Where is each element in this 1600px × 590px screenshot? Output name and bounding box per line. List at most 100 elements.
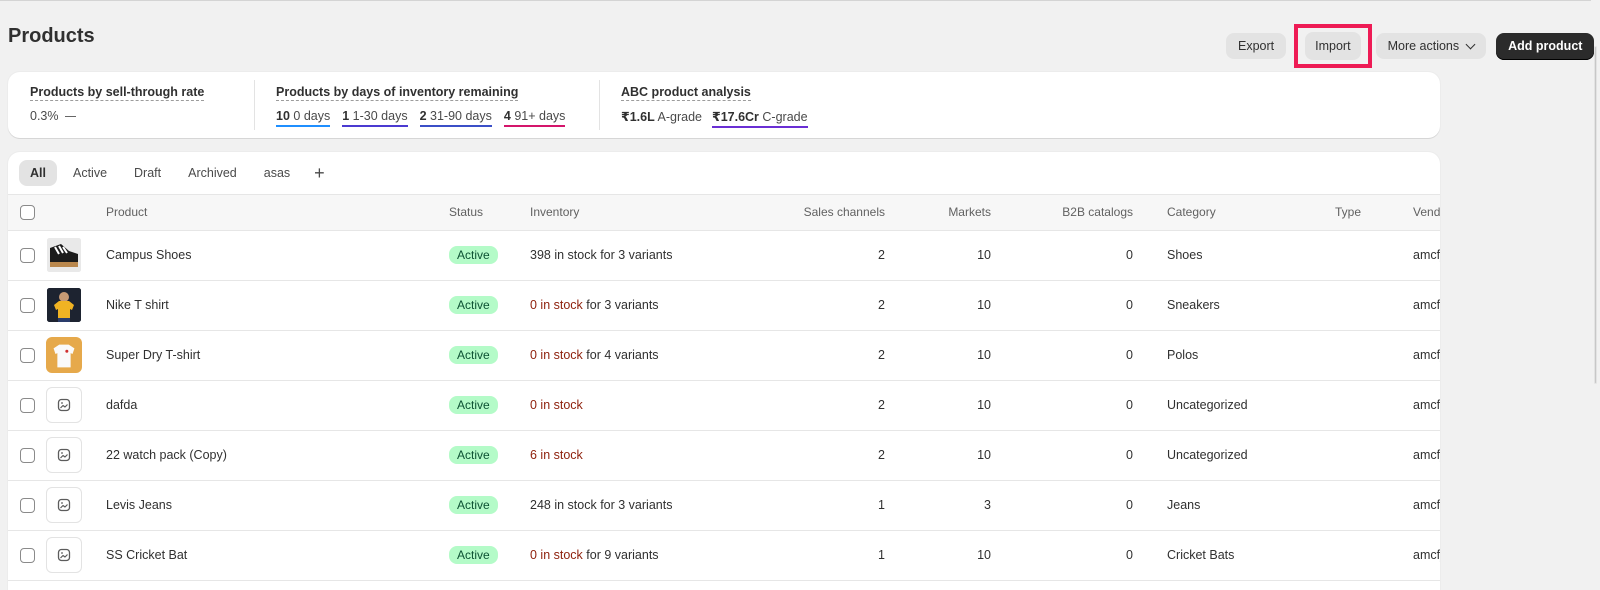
- inventory-variants: for 4 variants: [582, 348, 659, 362]
- inventory-stock: 248 in stock: [530, 498, 597, 512]
- add-product-button[interactable]: Add product: [1496, 32, 1595, 60]
- product-name[interactable]: dafda: [106, 380, 449, 431]
- abc-analysis-title[interactable]: ABC product analysis: [621, 85, 751, 101]
- row-checkbox[interactable]: [20, 447, 35, 463]
- col-product[interactable]: Product: [106, 195, 449, 231]
- image-placeholder-icon: [57, 398, 71, 412]
- product-name[interactable]: SS Cricket Bat: [106, 530, 449, 581]
- page-scrollbar[interactable]: [1591, 0, 1600, 590]
- product-thumbnail[interactable]: [46, 437, 82, 473]
- product-name[interactable]: Nike T shirt: [106, 280, 449, 331]
- add-view-button[interactable]: +: [306, 163, 333, 184]
- col-type[interactable]: Type: [1335, 195, 1413, 231]
- product-name[interactable]: Levis Jeans: [106, 480, 449, 531]
- sell-through-title[interactable]: Products by sell-through rate: [30, 85, 205, 101]
- tab-all[interactable]: All: [19, 160, 57, 186]
- import-button[interactable]: Import: [1305, 32, 1361, 60]
- inventory-cell: 0 in stock for 9 variants: [530, 530, 720, 581]
- table-row[interactable]: Super Dry T-shirt Active 0 in stock for …: [8, 330, 1440, 381]
- bucket-0-days[interactable]: 10 0 days: [276, 109, 331, 127]
- inventory-cell: 248 in stock for 3 variants: [530, 480, 720, 531]
- status-badge: Active: [449, 246, 498, 264]
- product-thumbnail[interactable]: [46, 237, 82, 273]
- tab-asas[interactable]: asas: [253, 160, 301, 186]
- tshirt-model-image: [47, 288, 81, 322]
- abc-analysis-metric[interactable]: ABC product analysis ₹1.6L A-grade ₹17.6…: [599, 72, 859, 138]
- sell-through-metric[interactable]: Products by sell-through rate 0.3%: [8, 72, 254, 138]
- col-inventory[interactable]: Inventory: [530, 195, 720, 231]
- image-placeholder-icon: [57, 498, 71, 512]
- bucket-31-90-days[interactable]: 2 31-90 days: [419, 109, 492, 127]
- table-row[interactable]: SS Cricket Bat Active 0 in stock for 9 v…: [8, 530, 1440, 581]
- tab-archived[interactable]: Archived: [177, 160, 248, 186]
- sales-channels-count: 2: [720, 380, 885, 431]
- product-thumbnail[interactable]: [46, 337, 82, 373]
- table-row[interactable]: 22 watch pack (Copy) Active 6 in stock 2…: [8, 430, 1440, 481]
- view-tabs: All Active Draft Archived asas +: [8, 152, 1440, 195]
- row-checkbox[interactable]: [20, 547, 35, 563]
- table-row[interactable]: dafda Active 0 in stock 2 10 0 Uncategor…: [8, 380, 1440, 431]
- scrollbar-thumb[interactable]: [1594, 46, 1597, 384]
- vendor: amcf_live: [1413, 380, 1440, 431]
- more-actions-label: More actions: [1387, 39, 1460, 53]
- status-badge: Active: [449, 296, 498, 314]
- bucket-count: 2: [419, 109, 427, 123]
- col-status[interactable]: Status: [449, 195, 530, 231]
- product-thumbnail[interactable]: [46, 537, 82, 573]
- more-actions-button[interactable]: More actions: [1375, 33, 1487, 59]
- bucket-label: 0 days: [293, 109, 331, 123]
- product-thumbnail[interactable]: [46, 287, 82, 323]
- col-b2b-catalogs[interactable]: B2B catalogs: [991, 195, 1133, 231]
- sales-channels-count: 2: [720, 330, 885, 381]
- bucket-1-30-days[interactable]: 1 1-30 days: [342, 109, 408, 127]
- category: Polos: [1133, 330, 1335, 381]
- table-row[interactable]: Levis Jeans Active 248 in stock for 3 va…: [8, 480, 1440, 531]
- row-checkbox[interactable]: [20, 247, 35, 263]
- sales-channels-count: 2: [720, 230, 885, 281]
- markets-count: 10: [885, 280, 991, 331]
- inventory-variants: for 9 variants: [582, 548, 659, 562]
- sales-channels-count: 2: [720, 280, 885, 331]
- tab-draft[interactable]: Draft: [123, 160, 172, 186]
- product-name[interactable]: 22 watch pack (Copy): [106, 430, 449, 481]
- select-all-checkbox[interactable]: [20, 204, 35, 220]
- row-checkbox[interactable]: [20, 297, 35, 313]
- markets-count: 10: [885, 380, 991, 431]
- row-checkbox[interactable]: [20, 347, 35, 363]
- product-type: [1335, 530, 1413, 581]
- product-thumbnail[interactable]: [46, 487, 82, 523]
- sell-through-value: 0.3%: [30, 109, 76, 123]
- col-sales-channels[interactable]: Sales channels: [720, 195, 885, 231]
- col-category[interactable]: Category: [1133, 195, 1335, 231]
- days-inventory-metric[interactable]: Products by days of inventory remaining …: [254, 72, 599, 138]
- c-grade-value[interactable]: ₹17.6Cr C-grade: [712, 109, 808, 128]
- category: Uncategorized: [1133, 380, 1335, 431]
- col-vendor[interactable]: Vendor: [1413, 195, 1440, 231]
- sell-through-rate: 0.3%: [30, 109, 59, 123]
- inventory-stock: 398 in stock: [530, 248, 597, 262]
- inventory-variants: for 3 variants: [596, 498, 673, 512]
- row-checkbox[interactable]: [20, 397, 35, 413]
- row-checkbox[interactable]: [20, 497, 35, 513]
- days-inventory-title[interactable]: Products by days of inventory remaining: [276, 85, 519, 101]
- inventory-variants: for 3 variants: [582, 298, 659, 312]
- inventory-stock: 0 in stock: [530, 298, 583, 312]
- chevron-down-icon: [1465, 39, 1476, 49]
- product-name[interactable]: Campus Shoes: [106, 230, 449, 281]
- a-grade-value[interactable]: ₹1.6L A-grade: [621, 109, 702, 128]
- bucket-91-plus-days[interactable]: 4 91+ days: [503, 109, 566, 127]
- vendor: amcf_live: [1413, 530, 1440, 581]
- table-row[interactable]: Nike T shirt Active 0 in stock for 3 var…: [8, 280, 1440, 331]
- bucket-label: 31-90 days: [430, 109, 492, 123]
- table-row[interactable]: Campus Shoes Active 398 in stock for 3 v…: [8, 230, 1440, 281]
- b2b-catalogs-count: 0: [991, 530, 1133, 581]
- product-name[interactable]: Super Dry T-shirt: [106, 330, 449, 381]
- markets-count: 10: [885, 330, 991, 381]
- tab-active[interactable]: Active: [62, 160, 118, 186]
- col-markets[interactable]: Markets: [885, 195, 991, 231]
- vendor: amcf_live: [1413, 330, 1440, 381]
- export-button[interactable]: Export: [1226, 33, 1287, 59]
- product-thumbnail[interactable]: [46, 387, 82, 423]
- b2b-catalogs-count: 0: [991, 330, 1133, 381]
- b2b-catalogs-count: 0: [991, 480, 1133, 531]
